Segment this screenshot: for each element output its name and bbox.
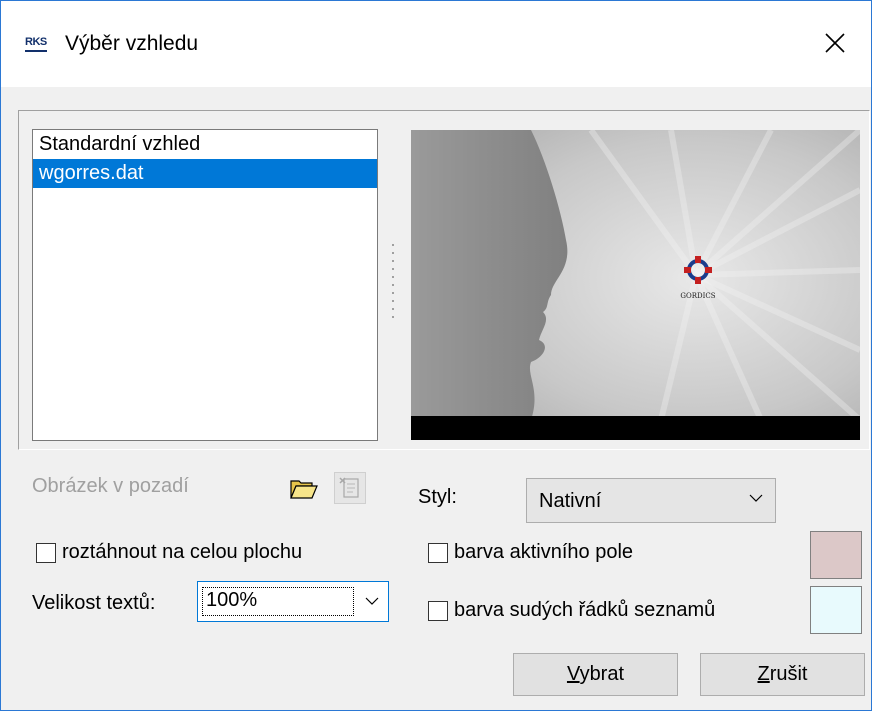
- select-button-accel: V: [566, 663, 580, 685]
- chevron-down-icon[interactable]: [365, 597, 379, 606]
- cancel-button[interactable]: Zrušit: [700, 653, 865, 696]
- background-image-label: Obrázek v pozadí: [32, 475, 189, 497]
- text-size-value[interactable]: 100%: [206, 589, 257, 612]
- style-combo[interactable]: Nativní: [526, 478, 776, 523]
- appearance-preview-image: GORDICS: [411, 130, 860, 440]
- active-field-color-checkbox[interactable]: [428, 542, 448, 563]
- text-size-label: Velikost textů:: [32, 592, 156, 614]
- clear-background-button[interactable]: [334, 472, 366, 504]
- clear-image-icon: [339, 477, 359, 498]
- select-button[interactable]: Vybrat: [513, 653, 678, 696]
- even-rows-color-checkbox[interactable]: [428, 600, 448, 621]
- stretch-checkbox[interactable]: [36, 542, 56, 563]
- splitter-handle[interactable]: [390, 244, 398, 328]
- style-label: Styl:: [418, 486, 457, 508]
- even-rows-color-swatch[interactable]: [810, 586, 862, 634]
- preview-logo-caption: GORDICS: [680, 292, 715, 300]
- list-item-selected[interactable]: wgorres.dat: [33, 159, 377, 188]
- close-icon: [825, 33, 845, 53]
- stretch-checkbox-row[interactable]: roztáhnout na celou plochu: [36, 541, 302, 564]
- cancel-button-accel: Z: [757, 663, 770, 685]
- close-button[interactable]: [801, 1, 871, 87]
- chevron-down-icon: [749, 494, 763, 502]
- folder-open-icon: [290, 480, 318, 499]
- cancel-button-label: rušit: [769, 663, 808, 685]
- style-value: Nativní: [539, 490, 602, 512]
- list-item[interactable]: Standardní vzhled: [33, 130, 377, 159]
- open-background-button[interactable]: [287, 472, 319, 504]
- text-size-combo[interactable]: 100%: [197, 581, 389, 622]
- active-field-color-label: barva aktivního pole: [454, 541, 634, 563]
- active-field-color-swatch[interactable]: [810, 531, 862, 579]
- window-title: Výběr vzhledu: [65, 32, 199, 55]
- title-bar: RKS Výběr vzhledu: [1, 1, 871, 87]
- active-field-color-row[interactable]: barva aktivního pole: [428, 541, 633, 564]
- even-rows-color-label: barva sudých řádků seznamů: [454, 599, 716, 621]
- app-logo: RKS: [25, 36, 47, 52]
- appearance-dialog: RKS Výběr vzhledu Standardní vzhled wgor…: [0, 0, 872, 711]
- even-rows-color-row[interactable]: barva sudých řádků seznamů: [428, 599, 715, 622]
- stretch-label: roztáhnout na celou plochu: [62, 541, 303, 563]
- select-button-label: ybrat: [579, 663, 625, 685]
- appearance-list[interactable]: Standardní vzhled wgorres.dat: [32, 129, 378, 441]
